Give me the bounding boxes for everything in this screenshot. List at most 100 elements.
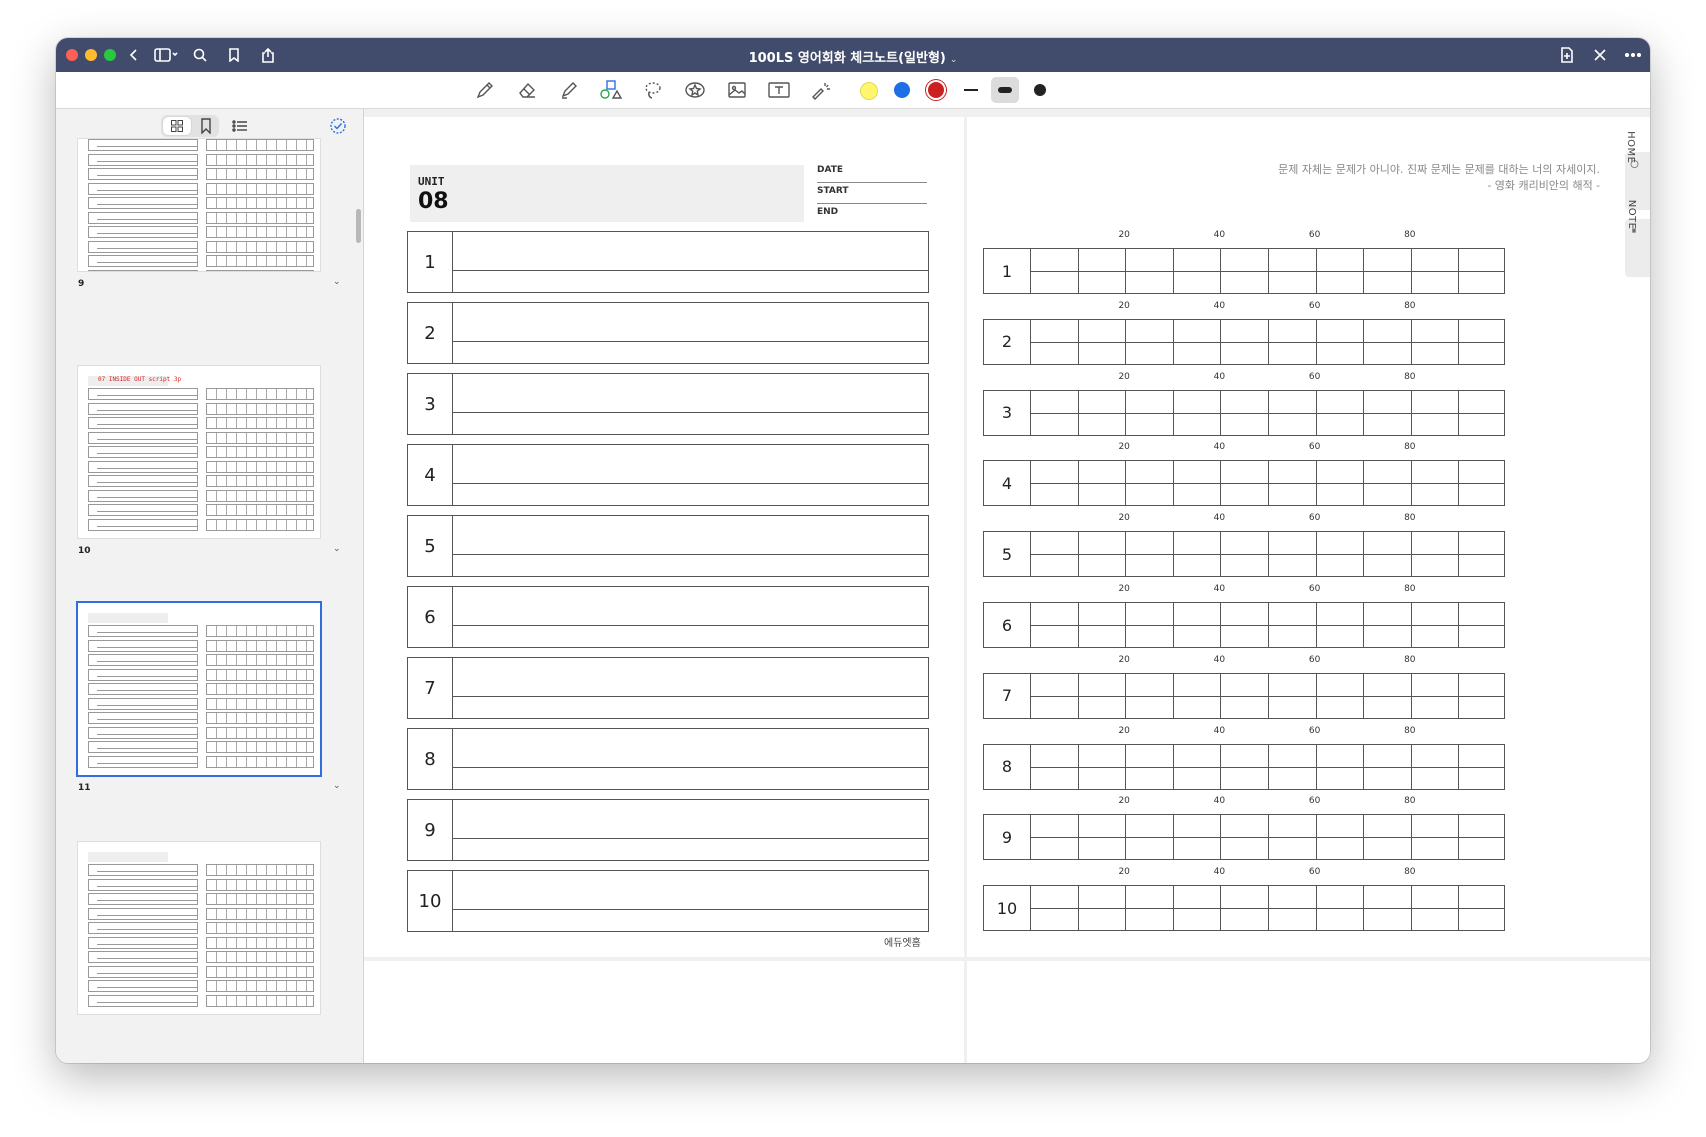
mini-cells <box>216 626 313 636</box>
count-grid-row[interactable]: 3 <box>983 389 1505 436</box>
home-tab-label: HOME ○ <box>1625 131 1640 170</box>
next-right-page[interactable] <box>967 961 1650 1063</box>
mini-cells <box>216 684 313 694</box>
writing-row[interactable]: 8 <box>407 728 929 790</box>
color-yellow-swatch[interactable] <box>860 82 878 100</box>
tick-label: 20 <box>1118 513 1130 524</box>
lasso-icon[interactable] <box>640 78 666 102</box>
laser-pointer-icon[interactable] <box>808 78 834 102</box>
cell-line <box>1077 744 1079 789</box>
mini-grid-row <box>206 922 314 934</box>
page-thumbnail[interactable]: 07 INSIDE OUT script 3p <box>78 366 320 538</box>
right-page[interactable]: 문제 자체는 문제가 아니야. 진짜 문제는 문제를 대하는 너의 자세이지. … <box>967 117 1650 957</box>
count-grid-row[interactable]: 6 <box>983 602 1505 648</box>
count-grid-row[interactable]: 1 <box>983 248 1505 294</box>
outline-list-icon[interactable] <box>231 117 249 135</box>
mini-unit-header <box>88 852 168 862</box>
writing-row[interactable]: 9 <box>407 799 929 861</box>
mini-writing-row <box>88 654 198 666</box>
chevron-down-icon[interactable]: ⌄ <box>333 781 341 791</box>
thickness-thick[interactable] <box>1034 84 1046 96</box>
cell-line <box>1172 532 1174 577</box>
sticker-icon[interactable] <box>682 78 708 102</box>
mini-writing-row <box>88 182 198 195</box>
thumbnail-page-number: 9 <box>78 279 85 289</box>
close-icon[interactable] <box>1589 44 1611 66</box>
count-cells[interactable] <box>1030 744 1504 789</box>
count-cells[interactable] <box>1030 461 1504 506</box>
writing-row[interactable]: 3 <box>407 373 929 435</box>
eraser-icon[interactable] <box>514 78 540 102</box>
add-page-icon[interactable] <box>1556 44 1578 66</box>
mini-cells <box>216 865 313 875</box>
count-grid-row[interactable]: 2 <box>983 318 1505 365</box>
writing-row[interactable]: 7 <box>407 657 929 719</box>
image-icon[interactable] <box>724 78 750 102</box>
writing-row[interactable]: 6 <box>407 586 929 648</box>
tick-label: 40 <box>1213 867 1226 878</box>
mini-cells <box>216 447 313 457</box>
tick-label: 40 <box>1213 300 1226 311</box>
count-grid-row[interactable]: 8 <box>983 743 1505 790</box>
count-cells[interactable] <box>1030 249 1504 293</box>
cell-line <box>1458 461 1460 506</box>
mini-row-line <box>97 218 197 220</box>
cell-line <box>1363 532 1365 577</box>
count-grid-row[interactable]: 10 <box>983 885 1505 932</box>
mini-grid-row <box>206 936 314 949</box>
count-cells[interactable] <box>1030 319 1504 364</box>
count-grid-row[interactable]: 4 <box>983 460 1505 507</box>
thickness-thin[interactable] <box>964 89 978 91</box>
sidebar-scrollbar[interactable] <box>356 209 361 243</box>
note-tab-label: NOTE ⏸ <box>1626 199 1640 236</box>
count-cells[interactable] <box>1030 532 1504 577</box>
unit-header: UNIT 08 <box>410 165 804 222</box>
chevron-down-icon[interactable]: ⌄ <box>333 544 341 554</box>
count-cells[interactable] <box>1030 603 1504 647</box>
mini-writing-row <box>88 475 198 487</box>
shapes-icon[interactable] <box>598 78 624 102</box>
grid-view-selected[interactable] <box>163 117 191 135</box>
grid-icon <box>171 120 183 132</box>
cell-divider <box>1030 483 1504 485</box>
page-thumbnail[interactable] <box>78 603 320 775</box>
next-left-page[interactable] <box>364 961 964 1063</box>
page-thumbnail[interactable] <box>78 842 320 1014</box>
mini-row-line <box>97 871 197 872</box>
color-red-swatch[interactable] <box>928 82 944 98</box>
writing-row[interactable]: 5 <box>407 515 929 577</box>
left-page[interactable]: UNIT 08 DATE START END 1 2 3 4 5 6 7 8 9 10 에듀엣홈 <box>364 117 964 957</box>
writing-row[interactable]: 10 <box>407 870 929 932</box>
mini-row-line <box>97 175 197 176</box>
row-number: 9 <box>408 800 453 860</box>
mini-writing-row <box>88 951 198 963</box>
count-grid-row[interactable]: 9 <box>983 814 1505 861</box>
writing-row[interactable]: 2 <box>407 302 929 364</box>
thickness-medium-selected[interactable] <box>991 77 1019 103</box>
cell-line <box>1220 532 1222 577</box>
mini-cells <box>216 212 313 223</box>
page-thumbnail[interactable] <box>78 139 320 271</box>
count-grid-row[interactable]: 5 <box>983 531 1505 578</box>
count-cells[interactable] <box>1030 390 1504 435</box>
count-grid-row[interactable]: 7 <box>983 672 1505 719</box>
count-cells[interactable] <box>1030 886 1504 931</box>
cell-line <box>1268 603 1269 647</box>
bookmark-icon[interactable] <box>197 117 215 135</box>
writing-row[interactable]: 4 <box>407 444 929 506</box>
mini-cells <box>216 432 313 443</box>
count-cells[interactable] <box>1030 673 1504 718</box>
writing-row[interactable]: 1 <box>407 231 929 293</box>
pencil-icon[interactable] <box>472 78 498 102</box>
more-icon[interactable] <box>1622 44 1644 66</box>
note-tab[interactable]: NOTE ⏸ <box>1625 199 1650 277</box>
highlighter-icon[interactable] <box>556 78 582 102</box>
select-check-icon[interactable] <box>329 117 347 135</box>
color-blue-swatch[interactable] <box>894 82 910 98</box>
mini-writing-row <box>88 489 198 502</box>
text-box-icon[interactable] <box>766 78 792 102</box>
chevron-down-icon[interactable]: ⌄ <box>333 277 341 287</box>
mini-grid-row <box>206 168 314 180</box>
count-cells[interactable] <box>1030 815 1504 860</box>
document-title[interactable]: 100LS 영어회화 체크노트(일반형) ⌄ <box>56 47 1650 66</box>
